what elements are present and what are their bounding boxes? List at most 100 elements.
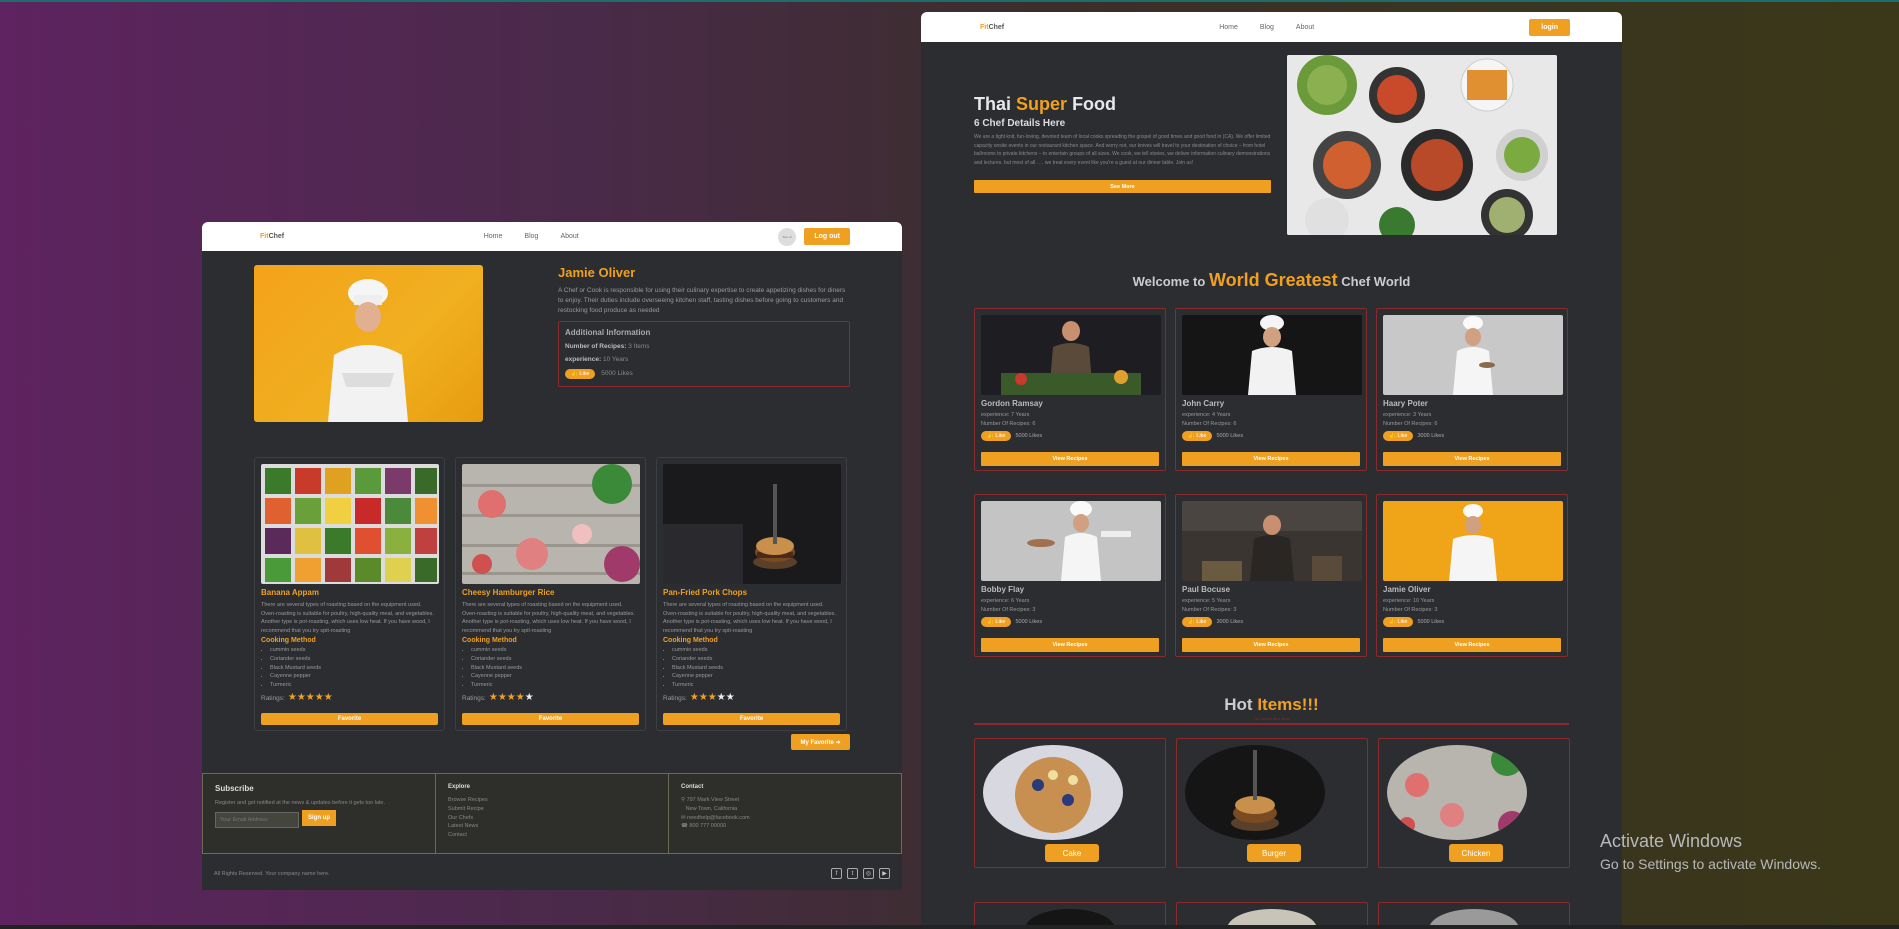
top-accent-line bbox=[0, 0, 1899, 2]
chef-card-image bbox=[981, 315, 1161, 395]
star-filled-icon: ★ bbox=[689, 692, 699, 704]
divider bbox=[974, 723, 1569, 725]
chef-card: Paul Bocuse experience: 5 Years Number O… bbox=[1175, 494, 1367, 657]
hot-item-image bbox=[1185, 745, 1325, 840]
chef-name: John Carry bbox=[1182, 399, 1225, 408]
user-avatar[interactable]: Bad url bbox=[778, 227, 797, 246]
cooking-method-title: Cooking Method bbox=[663, 637, 718, 645]
favorite-button[interactable]: Favorite bbox=[462, 713, 639, 726]
like-button[interactable]: 👍 Like bbox=[981, 431, 1012, 442]
copyright: All Rights Reserved. Your company name h… bbox=[214, 870, 330, 877]
cooking-method-title: Cooking Method bbox=[462, 637, 517, 645]
explore-link-news[interactable]: Latest News bbox=[448, 822, 656, 831]
nav-blog-link[interactable]: Blog bbox=[1260, 24, 1274, 31]
like-button[interactable]: 👍 Like bbox=[1182, 617, 1213, 628]
hot-item-card: Burger bbox=[1176, 738, 1368, 868]
chef-card-image bbox=[1383, 501, 1563, 581]
my-favorite-button[interactable]: My Favorite ➜ bbox=[791, 734, 850, 750]
recipe-title: Banana Appam bbox=[261, 588, 319, 597]
hot-item-button[interactable]: Burger bbox=[1247, 844, 1301, 862]
like-button[interactable]: 👍 Like bbox=[1383, 431, 1414, 442]
likes-row: 👍 Like 3000 Likes bbox=[1182, 617, 1360, 628]
ingredient-item: Black Mustard seeds bbox=[672, 664, 840, 673]
chef-experience: experience: 3 Years bbox=[1383, 412, 1432, 418]
chef-experience: experience: 7 Years bbox=[981, 412, 1030, 418]
explore-link-submit[interactable]: Submit Recipe bbox=[448, 805, 656, 814]
contact-address: ⚲ 797 Mark View Street New Town, Califor… bbox=[681, 797, 740, 812]
nav-home-link[interactable]: Home bbox=[1219, 24, 1238, 31]
explore-link-contact[interactable]: Contact bbox=[448, 831, 656, 840]
logout-button[interactable]: Log out bbox=[804, 228, 850, 245]
likes-row: 👍 Like 5000 Likes bbox=[981, 617, 1159, 628]
recipe-image bbox=[462, 464, 640, 584]
activate-windows-watermark: Activate Windows Go to Settings to activ… bbox=[1600, 831, 1821, 872]
ingredient-item: Black Mustard seeds bbox=[270, 664, 438, 673]
login-button[interactable]: login bbox=[1529, 18, 1570, 36]
like-button[interactable]: 👍 Like bbox=[1383, 617, 1414, 628]
chef-recipes: Number Of Recipes: 3 bbox=[1182, 606, 1237, 613]
contact-title: Contact bbox=[681, 784, 704, 790]
recipes-count: Number of Recipes: 3 Items bbox=[565, 343, 650, 351]
ingredient-item: Coriander seeds bbox=[471, 655, 639, 664]
nav-blog-link[interactable]: Blog bbox=[524, 233, 538, 240]
signup-button[interactable]: Sign up bbox=[302, 809, 336, 826]
contact-email[interactable]: ✉ needhelp@facebook.com bbox=[681, 814, 889, 823]
hot-item-button[interactable]: Chicken bbox=[1449, 844, 1503, 862]
hot-item-button[interactable]: Cake bbox=[1045, 844, 1099, 862]
ratings: Ratings: ★★★★★ bbox=[462, 692, 534, 704]
ingredient-item: Turmeric bbox=[672, 681, 840, 690]
chef-recipes: Number Of Recipes: 6 bbox=[1182, 420, 1237, 427]
view-recipes-button[interactable]: View Recipes bbox=[1182, 638, 1360, 653]
view-recipes-button[interactable]: View Recipes bbox=[981, 638, 1159, 653]
view-recipes-button[interactable]: View Recipes bbox=[1383, 638, 1561, 653]
view-recipes-button[interactable]: View Recipes bbox=[981, 452, 1159, 467]
likes-row: 👍 Like 5000 Likes bbox=[1182, 431, 1360, 442]
nav-about-link[interactable]: About bbox=[1296, 24, 1314, 31]
likes-row: 👍 Like 3000 Likes bbox=[1383, 431, 1561, 442]
contact-phone[interactable]: ☎ 800 777 00000 bbox=[681, 822, 889, 831]
hot-item-image bbox=[983, 745, 1123, 840]
ingredient-list: cummin seeds Coriander seeds Black Musta… bbox=[462, 646, 639, 690]
chef-recipes: Number Of Recipes: 6 bbox=[981, 420, 1036, 427]
view-recipes-button[interactable]: View Recipes bbox=[1383, 452, 1561, 467]
like-button[interactable]: 👍 Like bbox=[1182, 431, 1213, 442]
brand-logo[interactable]: FitChef bbox=[980, 24, 1004, 31]
explore-link-browse[interactable]: Browse Recipes bbox=[448, 796, 656, 805]
favorite-button[interactable]: Favorite bbox=[663, 713, 840, 726]
instagram-icon[interactable]: ◎ bbox=[863, 868, 874, 879]
footer-contact: Contact ⚲ 797 Mark View Street New Town,… bbox=[669, 774, 901, 853]
hot-items-grid: Cake Burger Chicken bbox=[974, 738, 1570, 868]
likes-count: 5000 Likes bbox=[1015, 619, 1043, 626]
brand-logo[interactable]: FitChef bbox=[260, 233, 284, 240]
navbar: FitChef Home Blog About login bbox=[921, 12, 1622, 42]
likes-row: 👍 Like 5000 Likes bbox=[1383, 617, 1561, 628]
facebook-icon[interactable]: f bbox=[831, 868, 842, 879]
recipe-card: Banana Appam There are several types of … bbox=[254, 457, 445, 731]
explore-title: Explore bbox=[448, 784, 471, 790]
recipe-title: Pan-Fried Pork Chops bbox=[663, 588, 748, 597]
explore-link-chefs[interactable]: Our Chefs bbox=[448, 814, 656, 823]
likes-count: 5000 Likes bbox=[601, 370, 633, 378]
hero-title: Thai Super Food bbox=[974, 94, 1117, 114]
youtube-icon[interactable]: ▶ bbox=[879, 868, 890, 879]
nav-home-link[interactable]: Home bbox=[484, 233, 503, 240]
see-more-button[interactable]: See More bbox=[974, 180, 1271, 193]
like-button[interactable]: 👍 Like bbox=[565, 369, 596, 380]
star-filled-icon: ★ bbox=[314, 692, 324, 704]
chef-card: Jamie Oliver experience: 10 Years Number… bbox=[1376, 494, 1568, 657]
footer-explore: Explore Browse Recipes Submit Recipe Our… bbox=[436, 774, 669, 853]
chef-description: A Chef or Cook is responsible for using … bbox=[558, 287, 846, 314]
like-button[interactable]: 👍 Like bbox=[981, 617, 1012, 628]
hot-items-heading: Hot Items!!! bbox=[1224, 695, 1319, 714]
email-input[interactable] bbox=[215, 811, 299, 828]
hot-item-card: Chicken bbox=[1378, 738, 1570, 868]
favorite-button[interactable]: Favorite bbox=[261, 713, 438, 726]
email-icon: ✉ bbox=[681, 814, 686, 821]
star-filled-icon: ★ bbox=[287, 692, 297, 704]
ingredient-item: Cayenne pepper bbox=[672, 672, 840, 681]
likes-count: 5000 Likes bbox=[1417, 619, 1445, 626]
star-rating: ★★★★★ bbox=[489, 693, 534, 703]
view-recipes-button[interactable]: View Recipes bbox=[1182, 452, 1360, 467]
nav-about-link[interactable]: About bbox=[560, 233, 578, 240]
twitter-icon[interactable]: t bbox=[847, 868, 858, 879]
